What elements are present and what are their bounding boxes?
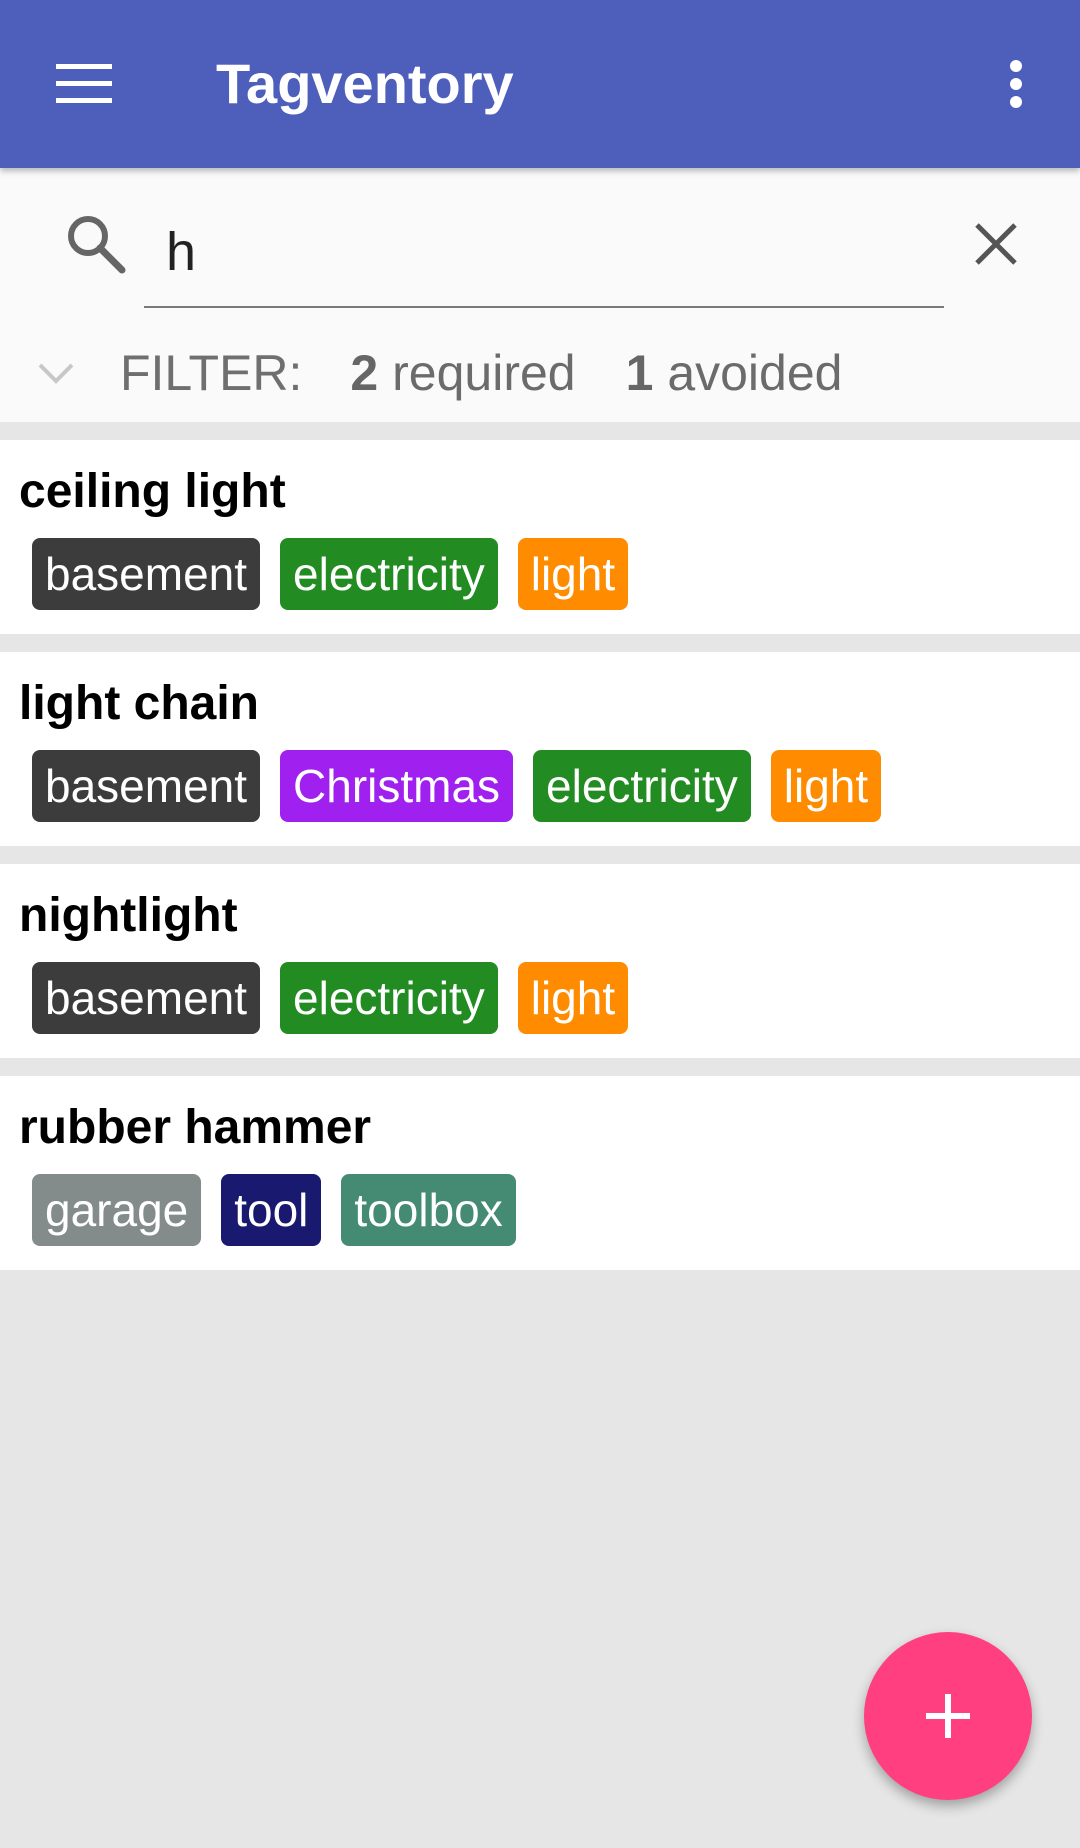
item-name: nightlight (19, 889, 238, 942)
search-icon (68, 216, 126, 274)
menu-icon (56, 64, 112, 103)
item-list: ceiling light basement electricity light… (0, 440, 1080, 1288)
tag[interactable]: light (770, 750, 882, 822)
app-bar: Tagventory (0, 0, 1080, 168)
tag[interactable]: garage (32, 1174, 202, 1246)
more-vertical-icon (1010, 60, 1022, 108)
filter-toggle[interactable] (0, 330, 112, 416)
clear-search-button[interactable] (960, 208, 1032, 280)
avoided-filter[interactable]: 1 avoided (626, 344, 843, 402)
filter-label: FILTER: (120, 345, 303, 401)
list-item[interactable]: rubber hammer garage tool toolbox (0, 1076, 1080, 1270)
tag[interactable]: toolbox (341, 1174, 516, 1246)
add-icon (926, 1694, 970, 1738)
tag[interactable]: basement (32, 538, 261, 610)
required-label: required (392, 345, 576, 401)
list-item[interactable]: nightlight basement electricity light (0, 864, 1080, 1058)
search-input[interactable] (144, 198, 944, 308)
list-item[interactable]: ceiling light basement electricity light (0, 440, 1080, 634)
tag[interactable]: electricity (280, 962, 498, 1034)
tag[interactable]: electricity (280, 538, 498, 610)
avoided-count: 1 (625, 345, 654, 401)
item-name: rubber hammer (19, 1101, 372, 1154)
item-name: ceiling light (19, 465, 286, 518)
tag[interactable]: electricity (533, 750, 751, 822)
overflow-menu-button[interactable] (976, 44, 1056, 124)
tag[interactable]: basement (32, 962, 261, 1034)
menu-button[interactable] (40, 44, 128, 124)
tag[interactable]: light (517, 538, 629, 610)
item-name: light chain (19, 677, 259, 730)
list-item[interactable]: light chain basement Christmas electrici… (0, 652, 1080, 846)
required-count: 2 (350, 345, 379, 401)
add-item-button[interactable] (864, 1632, 1032, 1800)
filter-bar[interactable]: FILTER: 2 required 1 avoided (0, 330, 1080, 416)
close-icon (975, 223, 1017, 265)
tag[interactable]: basement (32, 750, 261, 822)
avoided-label: avoided (667, 345, 843, 401)
chevron-down-icon (38, 363, 74, 384)
tag-list: basement electricity light (32, 962, 629, 1034)
required-filter[interactable]: 2 required (350, 344, 575, 402)
tag-list: basement electricity light (32, 538, 629, 610)
tag-list: basement Christmas electricity light (32, 750, 882, 822)
tag[interactable]: light (517, 962, 629, 1034)
app-title: Tagventory (216, 52, 514, 115)
tag[interactable]: Christmas (280, 750, 514, 822)
tag-list: garage tool toolbox (32, 1174, 516, 1246)
tag[interactable]: tool (221, 1174, 322, 1246)
